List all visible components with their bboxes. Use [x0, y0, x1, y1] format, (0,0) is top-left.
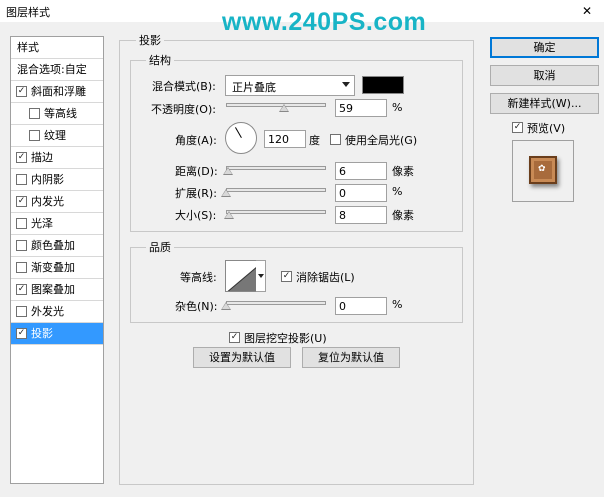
sidebar-item-checkbox[interactable] [29, 108, 40, 119]
sidebar-item-label: 图案叠加 [31, 283, 75, 296]
spread-unit: % [392, 185, 403, 198]
blend-mode-select[interactable]: 正片叠底 [225, 75, 355, 96]
noise-label: 杂色(N): [175, 300, 218, 313]
sidebar-item[interactable]: 光泽 [11, 213, 103, 235]
sidebar-item[interactable]: 纹理 [11, 125, 103, 147]
size-unit: 像素 [392, 209, 414, 222]
spread-slider-track[interactable] [226, 188, 326, 192]
chevron-down-icon [258, 274, 264, 278]
sidebar-item-label: 内阴影 [31, 173, 64, 186]
sidebar-item[interactable]: ✓ 斜面和浮雕 [11, 81, 103, 103]
chevron-down-icon [342, 82, 350, 87]
size-input[interactable]: 8 [335, 206, 387, 224]
sidebar-item[interactable]: ✓ 图案叠加 [11, 279, 103, 301]
noise-input[interactable]: 0 [335, 297, 387, 315]
new-style-button[interactable]: 新建样式(W)... [490, 93, 599, 114]
make-default-button[interactable]: 设置为默认值 [193, 347, 291, 368]
shadow-color-swatch[interactable] [362, 76, 404, 94]
angle-label: 角度(A): [175, 134, 217, 147]
watermark: www.240PS.com [222, 8, 427, 36]
angle-needle-icon [235, 127, 242, 138]
style-preview: ✿ [512, 140, 574, 202]
global-light-label: 使用全局光(G) [345, 134, 418, 147]
sidebar-item-checkbox[interactable]: ✓ [16, 196, 27, 207]
sidebar-item[interactable]: 渐变叠加 [11, 257, 103, 279]
noise-slider-track[interactable] [226, 301, 326, 305]
sidebar-item[interactable]: 内阴影 [11, 169, 103, 191]
spread-label: 扩展(R): [175, 187, 217, 200]
sidebar-item-label: 颜色叠加 [31, 239, 75, 252]
sidebar-item[interactable]: ✓ 描边 [11, 147, 103, 169]
spread-input[interactable]: 0 [335, 184, 387, 202]
blend-mode-label: 混合模式(B): [152, 80, 216, 93]
styles-sidebar: 样式 混合选项:自定 ✓ 斜面和浮雕等高线纹理 ✓ 描边内阴影 ✓ 内发光光泽颜色叠加渐变叠… [10, 36, 104, 484]
spread-slider-thumb[interactable] [221, 189, 231, 197]
sidebar-item-checkbox[interactable]: ✓ [16, 86, 27, 97]
noise-slider-thumb[interactable] [221, 302, 231, 310]
sidebar-item-checkbox[interactable] [16, 240, 27, 251]
sidebar-item[interactable]: 等高线 [11, 103, 103, 125]
sidebar-item-checkbox[interactable]: ✓ [16, 284, 27, 295]
sidebar-item-label: 渐变叠加 [31, 261, 75, 274]
sidebar-item-checkbox[interactable] [16, 262, 27, 273]
noise-unit: % [392, 298, 403, 311]
preview-label: 预览(V) [527, 122, 566, 135]
angle-input[interactable]: 120 [264, 130, 306, 148]
quality-title: 品质 [146, 239, 174, 255]
angle-dial[interactable] [225, 122, 257, 154]
size-label: 大小(S): [175, 209, 217, 222]
sidebar-item[interactable]: 外发光 [11, 301, 103, 323]
contour-dropdown-button[interactable] [256, 260, 266, 292]
global-light-checkbox[interactable] [330, 134, 341, 145]
cancel-button[interactable]: 取消 [490, 65, 599, 86]
preview-tile: ✿ [529, 156, 557, 184]
knockout-label: 图层挖空投影(U) [244, 332, 327, 345]
sidebar-item-label: 混合选项:自定 [17, 63, 87, 76]
opacity-input[interactable]: 59 [335, 99, 387, 117]
sidebar-item-label: 等高线 [44, 107, 77, 120]
close-icon[interactable]: ✕ [578, 3, 596, 19]
sidebar-item-label: 光泽 [31, 217, 53, 230]
opacity-slider-track[interactable] [226, 103, 326, 107]
sidebar-item-label: 斜面和浮雕 [31, 85, 86, 98]
opacity-label: 不透明度(O): [151, 103, 216, 116]
sidebar-item-checkbox[interactable]: ✓ [16, 328, 27, 339]
antialias-label: 消除锯齿(L) [296, 271, 355, 284]
section-title: 投影 [136, 32, 164, 48]
distance-unit: 像素 [392, 165, 414, 178]
preview-glyph-icon: ✿ [538, 164, 546, 174]
sidebar-item[interactable]: ✓ 内发光 [11, 191, 103, 213]
distance-slider-track[interactable] [226, 166, 326, 170]
antialias-checkbox[interactable]: ✓ [281, 271, 292, 282]
size-slider-track[interactable] [226, 210, 326, 214]
distance-label: 距离(D): [175, 165, 218, 178]
contour-label: 等高线: [180, 271, 217, 284]
sidebar-item[interactable]: 混合选项:自定 [11, 59, 103, 81]
sidebar-item-checkbox[interactable] [29, 130, 40, 141]
distance-input[interactable]: 6 [335, 162, 387, 180]
sidebar-item[interactable]: 颜色叠加 [11, 235, 103, 257]
sidebar-item-checkbox[interactable] [16, 174, 27, 185]
sidebar-item-label: 投影 [31, 327, 53, 340]
reset-default-button[interactable]: 复位为默认值 [302, 347, 400, 368]
sidebar-item[interactable]: ✓ 投影 [11, 323, 103, 345]
opacity-unit: % [392, 101, 403, 114]
structure-title: 结构 [146, 52, 174, 68]
sidebar-item-label: 纹理 [44, 129, 66, 142]
sidebar-item-label: 描边 [31, 151, 53, 164]
size-slider-thumb[interactable] [224, 211, 235, 219]
opacity-slider-thumb[interactable] [278, 104, 289, 112]
sidebar-header: 样式 [11, 37, 103, 59]
window-title: 图层样式 [6, 6, 50, 19]
knockout-checkbox[interactable]: ✓ [229, 332, 240, 343]
ok-button[interactable]: 确定 [490, 37, 599, 58]
sidebar-item-checkbox[interactable] [16, 218, 27, 229]
sidebar-item-checkbox[interactable]: ✓ [16, 152, 27, 163]
angle-unit: 度 [309, 134, 320, 147]
sidebar-item-checkbox[interactable] [16, 306, 27, 317]
distance-slider-thumb[interactable] [223, 167, 234, 175]
sidebar-item-label: 外发光 [31, 305, 64, 318]
preview-checkbox[interactable]: ✓ [512, 122, 523, 133]
sidebar-item-label: 内发光 [31, 195, 64, 208]
